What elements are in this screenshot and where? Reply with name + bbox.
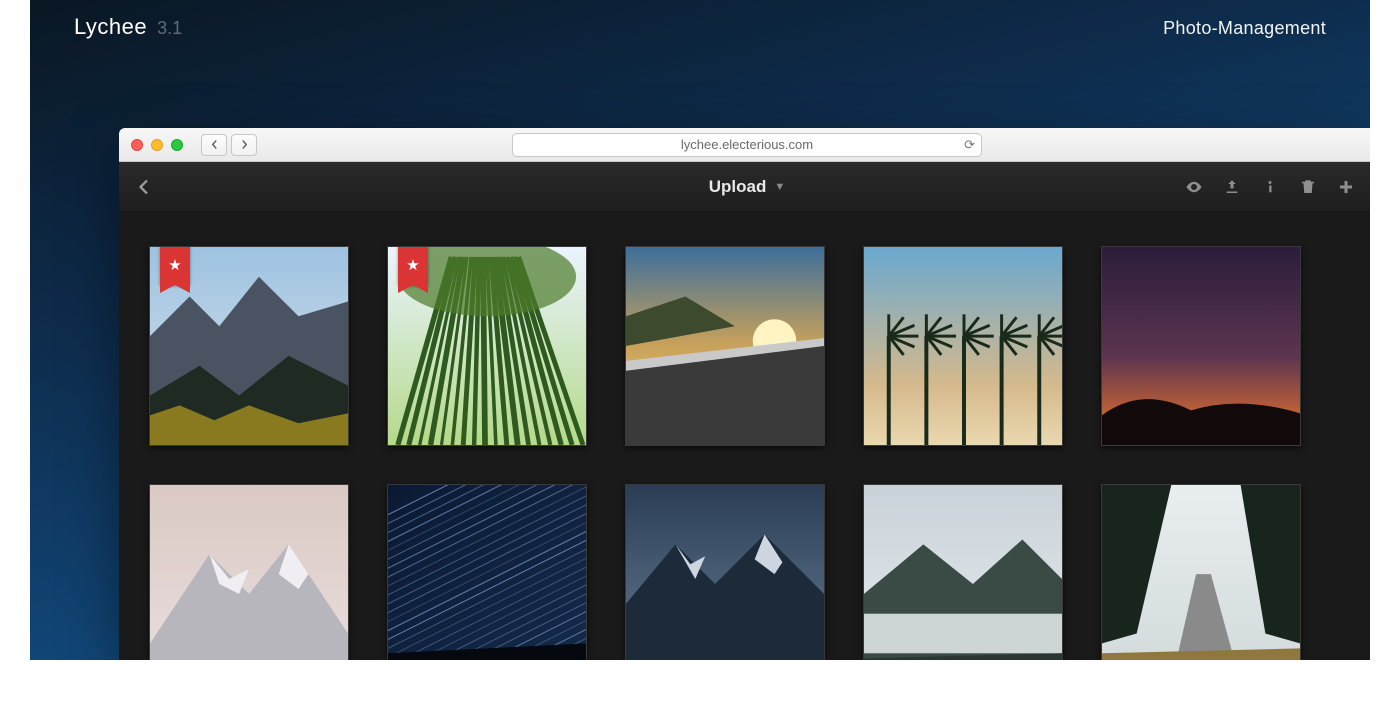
star-ribbon-icon: ★: [160, 246, 190, 285]
brand-version: 3.1: [157, 18, 182, 39]
photo-palm-trees[interactable]: [863, 246, 1063, 446]
trash-icon[interactable]: [1289, 162, 1327, 211]
visibility-icon[interactable]: [1175, 162, 1213, 211]
minimize-window-icon[interactable]: [151, 139, 163, 151]
caret-down-icon: ▼: [774, 181, 785, 193]
share-icon[interactable]: [1213, 162, 1251, 211]
photo-bamboo-forest[interactable]: ★: [387, 246, 587, 446]
brand-name: Lychee: [74, 14, 147, 40]
close-window-icon[interactable]: [131, 139, 143, 151]
browser-nav: [201, 134, 257, 156]
browser-window: lychee.electerious.com ⟳ Upload ▼: [119, 128, 1370, 660]
app-title-text: Upload: [709, 177, 767, 197]
refresh-icon[interactable]: ⟳: [964, 137, 975, 153]
app-title-dropdown[interactable]: Upload ▼: [709, 177, 786, 197]
brand: Lychee 3.1: [74, 14, 182, 40]
hero-header: Lychee 3.1 Photo-Management: [74, 14, 1326, 40]
browser-back-button[interactable]: [201, 134, 227, 156]
photo-mountain-forest[interactable]: ★: [149, 246, 349, 446]
photo-foggy-mountain[interactable]: [863, 484, 1063, 660]
app-header: Upload ▼: [119, 162, 1370, 212]
add-icon[interactable]: [1327, 162, 1365, 211]
app-back-button[interactable]: [119, 162, 169, 211]
star-ribbon-icon: ★: [398, 246, 428, 285]
photo-grid: ★ ★: [119, 212, 1370, 660]
photo-barren-ridge[interactable]: [625, 484, 825, 660]
window-controls: [131, 139, 183, 151]
photo-forest-road[interactable]: [1101, 484, 1301, 660]
photo-dusk-gradient[interactable]: [1101, 246, 1301, 446]
maximize-window-icon[interactable]: [171, 139, 183, 151]
browser-forward-button[interactable]: [231, 134, 257, 156]
photo-road-sunset[interactable]: [625, 246, 825, 446]
info-icon[interactable]: [1251, 162, 1289, 211]
address-bar[interactable]: lychee.electerious.com ⟳: [512, 133, 982, 157]
hero-banner: Lychee 3.1 Photo-Management lychee.elect…: [30, 0, 1370, 660]
tagline: Photo-Management: [1163, 18, 1326, 39]
photo-snow-peak[interactable]: [149, 484, 349, 660]
address-text: lychee.electerious.com: [681, 137, 813, 152]
photo-star-trails[interactable]: [387, 484, 587, 660]
app-toolbar: [1175, 162, 1365, 211]
browser-titlebar: lychee.electerious.com ⟳: [119, 128, 1370, 162]
